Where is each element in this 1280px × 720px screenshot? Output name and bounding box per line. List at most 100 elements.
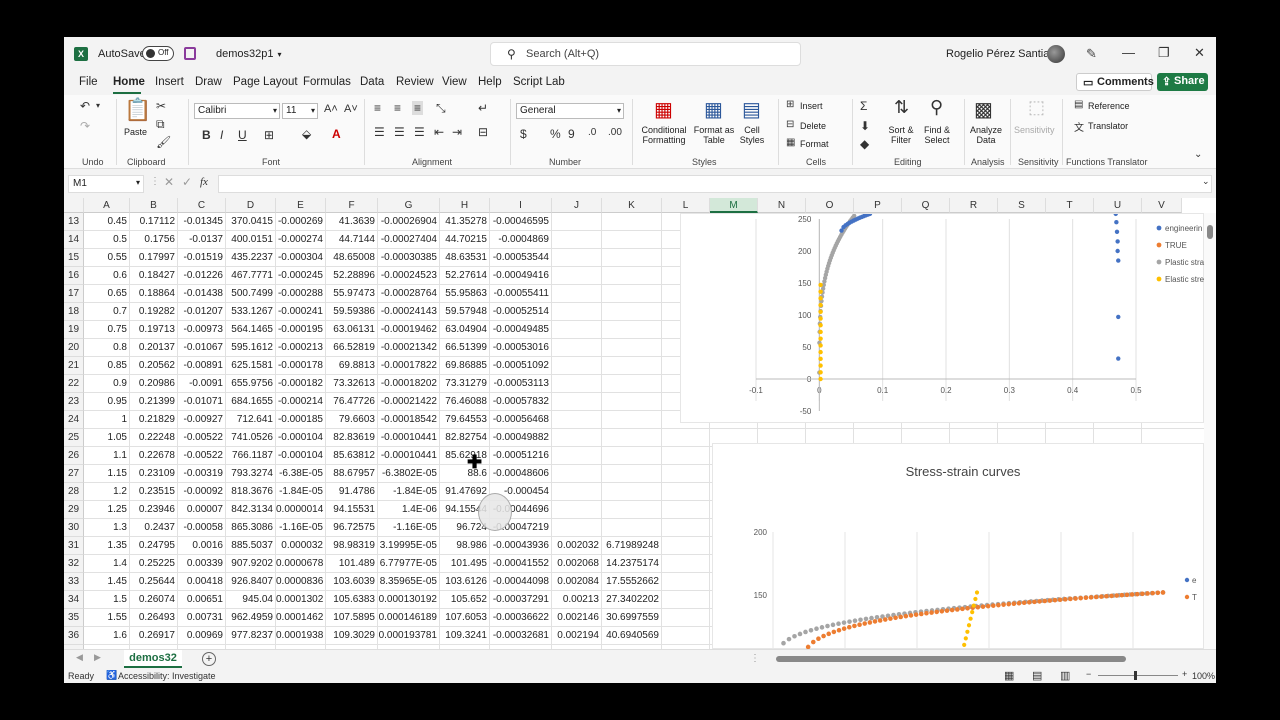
table-cell[interactable]: -0.000214: [276, 393, 326, 411]
zoom-slider[interactable]: [1098, 675, 1178, 676]
table-cell[interactable]: 0.0000678: [276, 555, 326, 573]
table-cell[interactable]: [602, 231, 662, 249]
table-cell[interactable]: -0.00055411: [490, 285, 552, 303]
table-cell[interactable]: -0.00053113: [490, 375, 552, 393]
table-cell[interactable]: 85.63812: [326, 447, 378, 465]
delete-cells-button[interactable]: Delete: [800, 121, 826, 131]
table-cell[interactable]: -0.00028764: [378, 285, 440, 303]
menu-script-lab[interactable]: Script Lab: [513, 76, 565, 88]
table-cell[interactable]: 1.2: [84, 483, 130, 501]
zoom-thumb[interactable]: [1134, 671, 1137, 680]
table-cell[interactable]: -0.00024523: [378, 267, 440, 285]
table-cell[interactable]: -0.00043936: [490, 537, 552, 555]
column-header-u[interactable]: U: [1094, 198, 1142, 213]
table-cell[interactable]: -0.000195: [276, 321, 326, 339]
table-cell[interactable]: -0.000304: [276, 249, 326, 267]
table-cell[interactable]: 0.17112: [130, 213, 178, 231]
select-all-corner[interactable]: [64, 198, 84, 213]
table-cell[interactable]: -0.00026904: [378, 213, 440, 231]
row-header[interactable]: 20: [64, 339, 84, 357]
table-cell[interactable]: -0.000269: [276, 213, 326, 231]
next-sheet-icon[interactable]: ▶: [94, 652, 101, 663]
format-as-table-icon[interactable]: ▦: [704, 97, 723, 122]
table-cell[interactable]: [602, 339, 662, 357]
table-cell[interactable]: -0.01207: [178, 303, 226, 321]
table-cell[interactable]: -6.38E-05: [276, 465, 326, 483]
column-header-l[interactable]: L: [662, 198, 710, 213]
table-cell[interactable]: 88.67957: [326, 465, 378, 483]
column-header-f[interactable]: F: [326, 198, 378, 213]
table-cell[interactable]: -0.00019462: [378, 321, 440, 339]
table-cell[interactable]: -0.000104: [276, 447, 326, 465]
conditional-formatting-button[interactable]: Conditional Formatting: [636, 125, 692, 145]
table-cell[interactable]: 0.0001302: [276, 591, 326, 609]
expand-formula-icon[interactable]: ⌄: [1202, 176, 1210, 187]
table-cell[interactable]: -0.01438: [178, 285, 226, 303]
reference-button[interactable]: Reference: [1088, 101, 1130, 111]
table-cell[interactable]: 467.7771: [226, 267, 276, 285]
table-cell[interactable]: 0.22678: [130, 447, 178, 465]
table-cell[interactable]: -6.3802E-05: [378, 465, 440, 483]
table-cell[interactable]: 1.55: [84, 609, 130, 627]
table-cell[interactable]: -0.00319: [178, 465, 226, 483]
stress-strain-chart-top[interactable]: -0.100.10.20.30.40.5250200150100500-50en…: [680, 213, 1205, 423]
table-cell[interactable]: 96.72575: [326, 519, 378, 537]
table-cell[interactable]: 0.55: [84, 249, 130, 267]
table-cell[interactable]: 655.9756: [226, 375, 276, 393]
decrease-indent-icon[interactable]: ⇤: [434, 125, 444, 139]
table-cell[interactable]: 0.00339: [178, 555, 226, 573]
table-cell[interactable]: 85.62918: [440, 447, 490, 465]
table-cell[interactable]: 91.4786: [326, 483, 378, 501]
table-cell[interactable]: 0.21399: [130, 393, 178, 411]
table-cell[interactable]: 400.0151: [226, 231, 276, 249]
table-cell[interactable]: 6.77977E-05: [378, 555, 440, 573]
table-cell[interactable]: 107.6053: [440, 609, 490, 627]
table-cell[interactable]: -0.00891: [178, 357, 226, 375]
row-header[interactable]: 16: [64, 267, 84, 285]
find-select-icon[interactable]: ⚲: [930, 97, 943, 118]
search-box[interactable]: ⚲ Search (Alt+Q): [490, 42, 801, 66]
decrease-font-icon[interactable]: A˅: [344, 103, 358, 115]
column-header-h[interactable]: H: [440, 198, 490, 213]
table-cell[interactable]: 101.489: [326, 555, 378, 573]
table-cell[interactable]: [552, 339, 602, 357]
table-cell[interactable]: [552, 303, 602, 321]
table-cell[interactable]: 0.9: [84, 375, 130, 393]
column-header-g[interactable]: G: [378, 198, 440, 213]
document-title[interactable]: demos32p1 ▾: [216, 48, 282, 60]
table-cell[interactable]: [602, 321, 662, 339]
page-break-icon[interactable]: ▥: [1060, 669, 1070, 682]
percent-icon[interactable]: %: [550, 127, 561, 141]
table-cell[interactable]: 8.35965E-05: [378, 573, 440, 591]
table-cell[interactable]: 0.000146189: [378, 609, 440, 627]
analyze-data-button[interactable]: Analyze Data: [967, 125, 1005, 145]
table-cell[interactable]: 0.21829: [130, 411, 178, 429]
table-cell[interactable]: 0.95: [84, 393, 130, 411]
table-cell[interactable]: 1.15: [84, 465, 130, 483]
table-cell[interactable]: -0.00010441: [378, 429, 440, 447]
align-top-icon[interactable]: ≡: [374, 101, 381, 115]
table-cell[interactable]: [552, 393, 602, 411]
table-cell[interactable]: [602, 501, 662, 519]
table-cell[interactable]: 52.27614: [440, 267, 490, 285]
table-cell[interactable]: 98.986: [440, 537, 490, 555]
row-header[interactable]: 31: [64, 537, 84, 555]
clear-icon[interactable]: ◆: [860, 137, 869, 151]
table-cell[interactable]: 0.00731: [178, 609, 226, 627]
table-cell[interactable]: -0.01067: [178, 339, 226, 357]
table-cell[interactable]: [552, 249, 602, 267]
table-cell[interactable]: 52.28896: [326, 267, 378, 285]
save-icon[interactable]: [184, 47, 196, 60]
table-cell[interactable]: 0.8: [84, 339, 130, 357]
reference-icon[interactable]: ▤: [1074, 99, 1083, 110]
row-header[interactable]: 19: [64, 321, 84, 339]
row-header[interactable]: 22: [64, 375, 84, 393]
row-header[interactable]: 14: [64, 231, 84, 249]
table-cell[interactable]: 103.6039: [326, 573, 378, 591]
sensitivity-button[interactable]: Sensitivity: [1014, 125, 1055, 135]
row-header[interactable]: 26: [64, 447, 84, 465]
horizontal-scrollbar[interactable]: [768, 654, 1212, 664]
table-cell[interactable]: 79.6603: [326, 411, 378, 429]
table-cell[interactable]: 500.7499: [226, 285, 276, 303]
table-cell[interactable]: 435.2237: [226, 249, 276, 267]
